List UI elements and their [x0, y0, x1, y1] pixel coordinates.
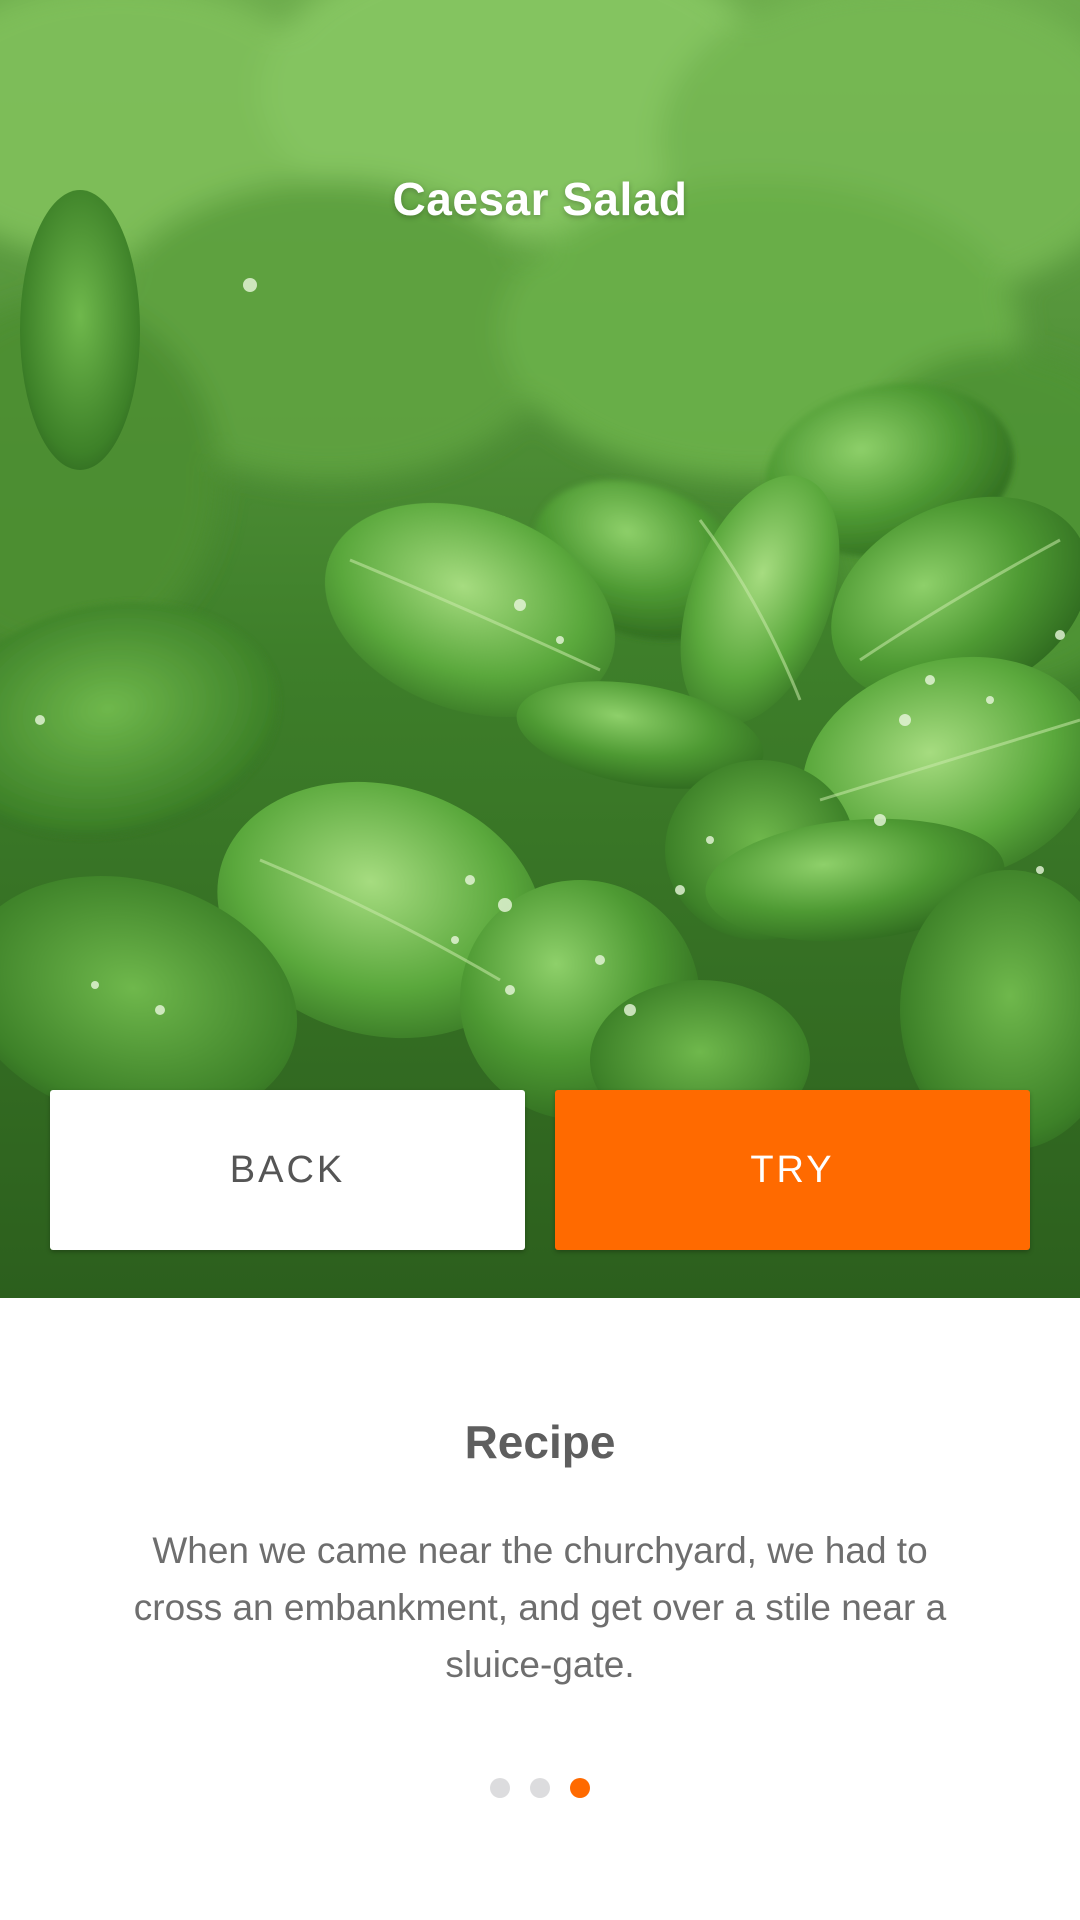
try-button[interactable]: TRY — [555, 1090, 1030, 1250]
page-indicator — [0, 1778, 1080, 1798]
recipe-description: When we came near the churchyard, we had… — [133, 1530, 947, 1685]
recipe-heading: Recipe — [464, 1416, 616, 1468]
back-button[interactable]: BACK — [50, 1090, 525, 1250]
hero-image: Caesar Salad BACK TRY — [0, 0, 1080, 1298]
page-dot-1[interactable] — [490, 1778, 510, 1798]
recipe-title: Caesar Salad — [392, 173, 688, 225]
page-dot-3[interactable] — [570, 1778, 590, 1798]
page-dot-2[interactable] — [530, 1778, 550, 1798]
